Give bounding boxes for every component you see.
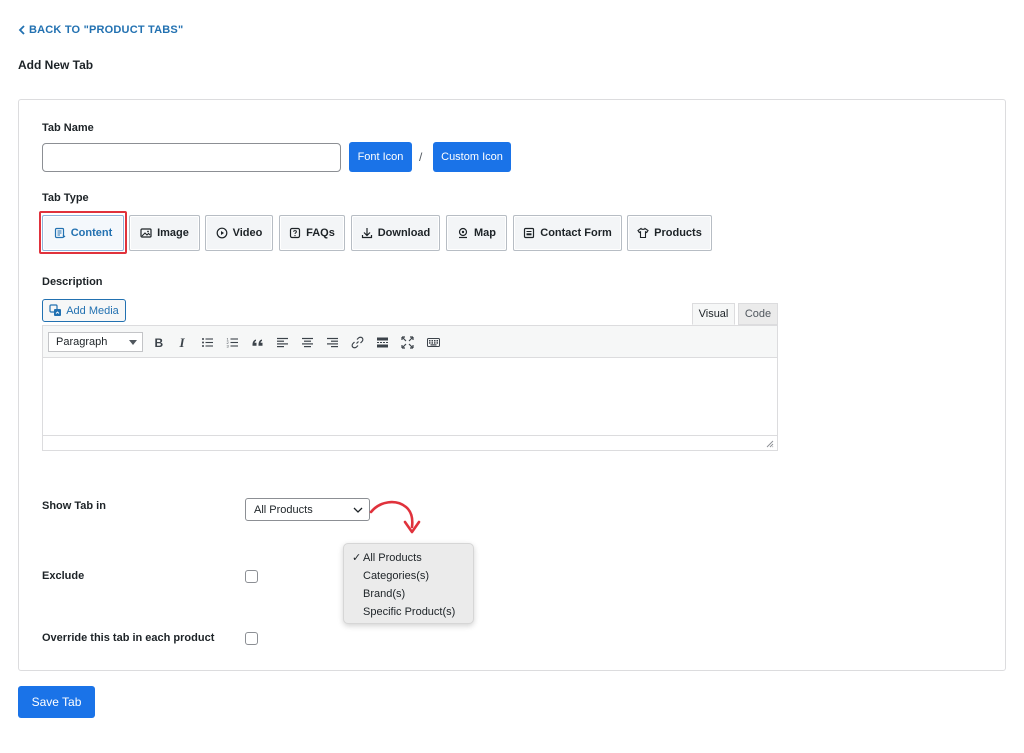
- shirt-icon: [637, 227, 649, 239]
- bold-icon[interactable]: B: [150, 334, 166, 350]
- read-more-icon[interactable]: [374, 334, 390, 350]
- custom-icon-button[interactable]: Custom Icon: [433, 142, 511, 172]
- caret-down-icon: [129, 340, 137, 345]
- dropdown-option-label: Brand(s): [363, 588, 406, 600]
- numbered-list-icon[interactable]: 123: [224, 334, 240, 350]
- format-select[interactable]: Paragraph: [48, 332, 143, 352]
- dropdown-option-label: Specific Product(s): [363, 606, 456, 618]
- editor-status-bar: [43, 435, 777, 450]
- image-icon: [140, 228, 152, 238]
- editor-tab-code[interactable]: Code: [738, 303, 778, 325]
- editor-toolbar: Paragraph B I 123: [43, 326, 777, 358]
- play-icon: [216, 227, 228, 239]
- icon-separator: /: [419, 150, 423, 164]
- description-editor: Paragraph B I 123: [42, 325, 778, 451]
- svg-text:I: I: [178, 336, 185, 349]
- dropdown-option-brands[interactable]: Brand(s): [344, 585, 473, 603]
- show-tab-in-selected-value: All Products: [254, 503, 313, 516]
- tab-name-input[interactable]: [42, 143, 341, 172]
- svg-text:3: 3: [226, 343, 229, 348]
- font-icon-button[interactable]: Font Icon: [349, 142, 412, 172]
- checkmark-icon: ✓: [352, 552, 362, 564]
- align-right-icon[interactable]: [324, 334, 340, 350]
- chevron-left-icon: [18, 25, 25, 35]
- tab-type-contact-form[interactable]: Contact Form: [513, 215, 622, 251]
- tab-type-label-video: Video: [232, 227, 263, 239]
- italic-icon[interactable]: I: [174, 334, 190, 350]
- chevron-down-icon: [353, 507, 363, 513]
- tab-type-label-faqs: FAQs: [306, 227, 335, 239]
- tab-type-image[interactable]: Image: [129, 215, 200, 251]
- align-center-icon[interactable]: [299, 334, 315, 350]
- override-label: Override this tab in each product: [42, 632, 215, 644]
- back-link-label: BACK TO "PRODUCT TABS": [29, 24, 184, 36]
- tab-type-products[interactable]: Products: [627, 215, 712, 251]
- add-media-label: Add Media: [66, 304, 119, 317]
- format-select-value: Paragraph: [56, 336, 108, 348]
- dropdown-option-label: All Products: [363, 552, 422, 564]
- media-icon: [49, 304, 62, 316]
- editor-tab-visual[interactable]: Visual: [692, 303, 735, 325]
- back-to-product-tabs-link[interactable]: BACK TO "PRODUCT TABS": [18, 24, 183, 36]
- tab-type-content[interactable]: Content: [42, 215, 124, 251]
- dropdown-option-categories[interactable]: Categories(s): [344, 567, 473, 585]
- link-icon[interactable]: [349, 334, 365, 350]
- form-icon: [524, 227, 535, 239]
- page-title: Add New Tab: [18, 58, 94, 72]
- show-tab-in-dropdown-menu: ✓ All Products Categories(s) Brand(s) Sp…: [343, 543, 474, 624]
- tab-type-download[interactable]: Download: [351, 215, 440, 251]
- exclude-label: Exclude: [42, 570, 85, 582]
- exclude-checkbox[interactable]: [245, 570, 258, 583]
- add-media-button[interactable]: Add Media: [42, 299, 126, 322]
- resize-handle-icon[interactable]: [766, 440, 774, 448]
- dropdown-option-all-products[interactable]: ✓ All Products: [344, 549, 473, 567]
- bullet-list-icon[interactable]: [199, 334, 215, 350]
- download-icon: [361, 228, 372, 239]
- align-left-icon[interactable]: [274, 334, 290, 350]
- fullscreen-icon[interactable]: [399, 334, 415, 350]
- tab-name-label: Tab Name: [42, 122, 94, 134]
- dropdown-option-specific-products[interactable]: Specific Product(s): [344, 603, 473, 621]
- tab-type-faqs[interactable]: FAQs: [279, 215, 345, 251]
- editor-content-area[interactable]: [43, 358, 777, 435]
- map-pin-icon: [458, 227, 468, 239]
- annotation-arrow-icon: [369, 500, 421, 534]
- override-checkbox[interactable]: [245, 632, 258, 645]
- tab-type-label-image: Image: [157, 227, 189, 239]
- show-tab-in-select[interactable]: All Products: [245, 498, 370, 521]
- svg-text:B: B: [154, 336, 163, 349]
- tab-type-label-products: Products: [654, 227, 702, 239]
- tab-type-video[interactable]: Video: [205, 215, 273, 251]
- tab-type-map[interactable]: Map: [446, 215, 507, 251]
- save-tab-button[interactable]: Save Tab: [18, 686, 95, 718]
- description-label: Description: [42, 276, 103, 288]
- tab-type-label-map: Map: [474, 227, 496, 239]
- tab-type-label-contact-form: Contact Form: [540, 227, 612, 239]
- tab-type-label-content: Content: [70, 227, 113, 239]
- tab-type-label: Tab Type: [42, 192, 89, 204]
- question-icon: [290, 227, 301, 239]
- show-tab-in-label: Show Tab in: [42, 500, 106, 512]
- keyboard-toolbar-toggle-icon[interactable]: [425, 334, 441, 350]
- tab-type-label-download: Download: [377, 227, 431, 239]
- blockquote-icon[interactable]: [249, 334, 265, 350]
- dropdown-option-label: Categories(s): [363, 570, 430, 582]
- content-icon: [54, 227, 66, 239]
